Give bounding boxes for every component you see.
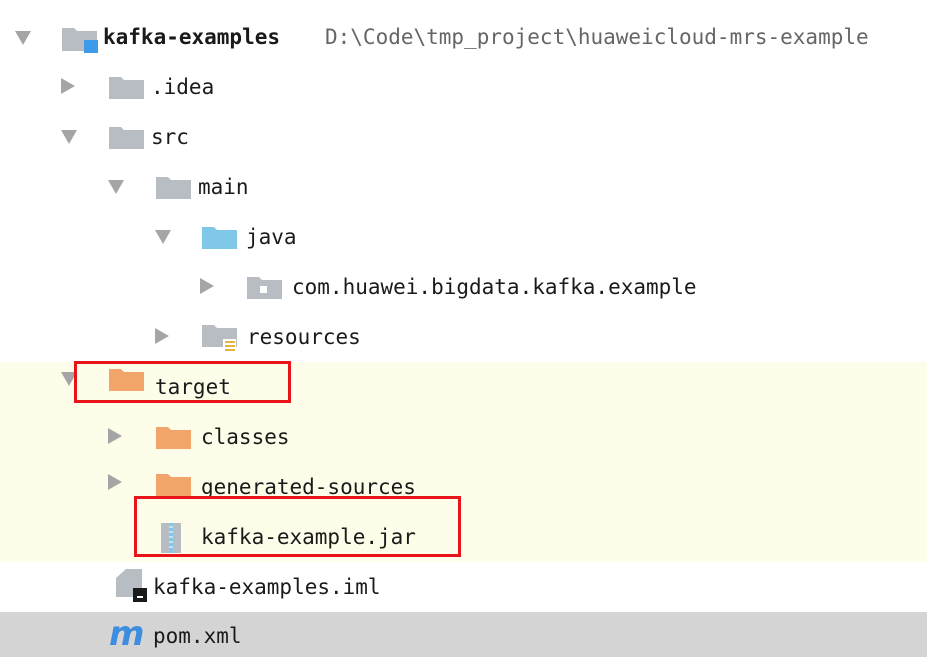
tree-item-label: target	[155, 375, 231, 399]
tree-item-label: java	[246, 225, 297, 249]
tree-row-iml[interactable]: kafka-examples.iml	[0, 562, 927, 612]
tree-item-label: src	[151, 125, 189, 149]
module-folder-icon	[62, 28, 98, 53]
tree-row-main[interactable]: main	[0, 162, 927, 212]
expand-arrow-icon[interactable]	[108, 474, 122, 490]
jar-file-icon	[161, 523, 181, 553]
tree-row-generated-sources[interactable]: generated-sources	[0, 462, 927, 512]
project-tree: kafka-examples D:\Code\tmp_project\huawe…	[0, 0, 927, 657]
folder-icon	[156, 177, 191, 199]
tree-row-package[interactable]: com.huawei.bigdata.kafka.example	[0, 262, 927, 312]
collapse-arrow-icon[interactable]	[15, 31, 31, 45]
folder-icon	[109, 77, 144, 99]
excluded-folder-icon	[156, 427, 191, 449]
project-path: D:\Code\tmp_project\huaweicloud-mrs-exam…	[325, 25, 869, 49]
project-name: kafka-examples	[103, 25, 281, 49]
svg-text:m: m	[109, 619, 144, 649]
tree-row-target[interactable]: target	[0, 362, 927, 412]
expand-arrow-icon[interactable]	[61, 78, 75, 94]
collapse-arrow-icon[interactable]	[61, 130, 77, 144]
excluded-folder-icon	[156, 474, 191, 496]
tree-row-java[interactable]: java	[0, 212, 927, 262]
expand-arrow-icon[interactable]	[155, 328, 169, 344]
expand-arrow-icon[interactable]	[200, 278, 214, 294]
tree-item-label: classes	[201, 425, 290, 449]
maven-icon: m	[109, 619, 144, 649]
iml-file-icon	[116, 569, 147, 602]
resources-folder-icon	[202, 325, 237, 352]
tree-item-label: generated-sources	[201, 475, 416, 499]
package-icon	[247, 277, 282, 299]
tree-item-label: main	[198, 175, 249, 199]
tree-row-pom[interactable]: m pom.xml	[0, 612, 927, 657]
tree-item-label: kafka-examples.iml	[153, 575, 381, 599]
folder-icon	[109, 127, 144, 149]
collapse-arrow-icon[interactable]	[155, 230, 171, 244]
tree-row-classes[interactable]: classes	[0, 412, 927, 462]
tree-row-resources[interactable]: resources	[0, 312, 927, 362]
tree-item-label: resources	[247, 325, 361, 349]
source-folder-icon	[202, 227, 237, 249]
tree-item-label: com.huawei.bigdata.kafka.example	[292, 275, 697, 299]
tree-item-label: .idea	[151, 75, 215, 99]
expand-arrow-icon[interactable]	[108, 428, 122, 444]
excluded-folder-icon	[109, 369, 144, 391]
tree-row-jar[interactable]: kafka-example.jar	[0, 512, 927, 562]
tree-row-src[interactable]: src	[0, 112, 927, 162]
collapse-arrow-icon[interactable]	[61, 372, 77, 386]
tree-row-project-root[interactable]: kafka-examples D:\Code\tmp_project\huawe…	[0, 12, 927, 62]
tree-row-idea[interactable]: .idea	[0, 62, 927, 112]
tree-item-label: pom.xml	[153, 624, 242, 648]
collapse-arrow-icon[interactable]	[108, 180, 124, 194]
tree-item-label: kafka-example.jar	[201, 525, 416, 549]
